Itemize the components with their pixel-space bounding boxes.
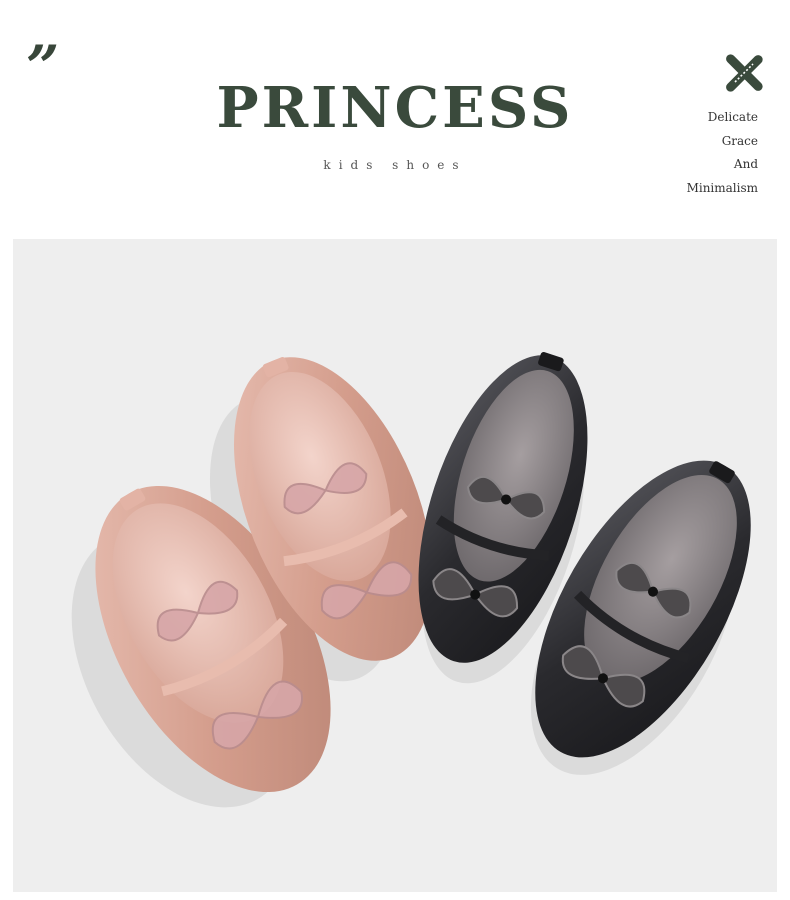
cross-icon bbox=[726, 54, 763, 92]
product-photo-art bbox=[71, 352, 751, 808]
product-photo bbox=[13, 239, 777, 892]
tagline-item: Minimalism bbox=[686, 180, 758, 195]
page-title: PRINCESS bbox=[216, 75, 574, 141]
tagline-item: And bbox=[733, 157, 758, 171]
page-subtitle: kids shoes bbox=[323, 158, 467, 172]
tagline-item: Delicate bbox=[707, 110, 758, 124]
tagline-item: Grace bbox=[721, 133, 758, 148]
tagline-list: Delicate Grace And Minimalism bbox=[687, 106, 758, 200]
